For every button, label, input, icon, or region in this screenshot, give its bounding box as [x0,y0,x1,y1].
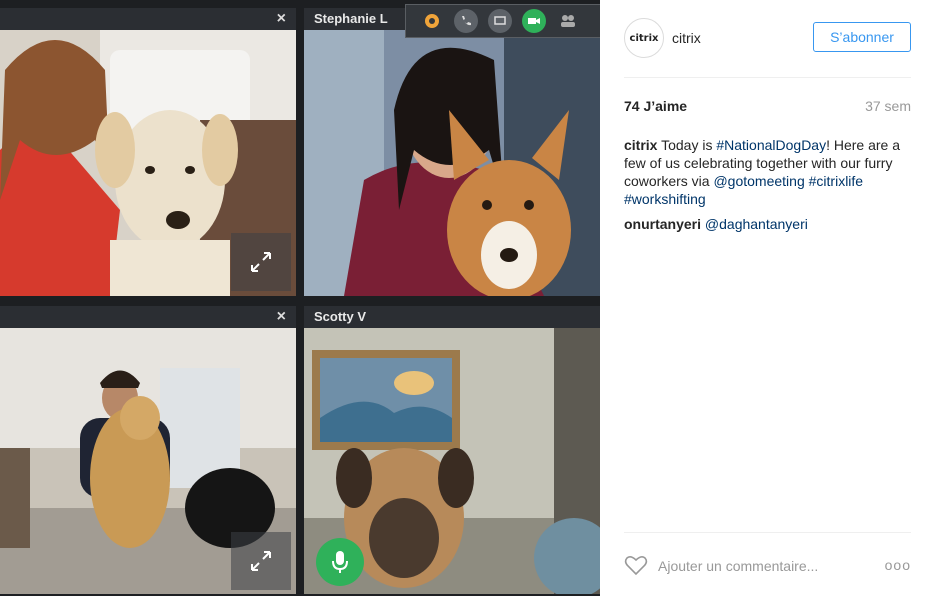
gear-icon[interactable] [420,9,444,33]
avatar[interactable]: citrix [624,18,664,58]
tile-header: × [0,306,296,328]
more-options-icon[interactable]: ooo [885,557,911,573]
video-tile-2: Stephanie L [304,8,600,296]
people-icon[interactable] [556,9,580,33]
microphone-icon [332,551,348,573]
divider [624,77,911,78]
likes-count[interactable]: 74 J’aime [624,98,687,114]
tile-header: × [0,8,296,30]
post-time[interactable]: 37 sem [865,98,911,114]
hashtag-link[interactable]: #citrixlife [809,173,863,189]
account-name[interactable]: citrix [672,30,701,46]
heart-icon[interactable] [624,554,648,581]
close-icon[interactable]: × [277,308,286,326]
mention-link[interactable]: @daghantanyeri [705,216,808,232]
video-tile-1: × [0,8,296,296]
tile-header: Scotty V [304,306,600,328]
post-details-panel: citrix citrix S’abonner 74 J’aime 37 sem… [600,0,929,596]
caption-text: Today is [657,137,717,153]
expand-icon [251,252,271,272]
comment-bar: Ajouter un commentaire... ooo [624,554,911,580]
tile-name: Scotty V [314,309,367,324]
woman-with-corgi-image [304,30,600,296]
divider [624,532,911,533]
hashtag-link[interactable]: #NationalDogDay [716,137,826,153]
comment: onurtanyeri @daghantanyeri [624,215,914,233]
comment-input[interactable]: Ajouter un commentaire... [658,558,818,574]
expand-icon [251,551,271,571]
comment-username[interactable]: onurtanyeri [624,216,701,232]
mention-link[interactable]: @gotomeeting [713,173,804,189]
tile-name: Stephanie L [314,11,388,26]
expand-button[interactable] [231,233,291,291]
video-call-screenshot: × Stephanie L × Scotty V [0,0,600,596]
video-tile-4: Scotty V [304,306,600,594]
post-header: citrix citrix S’abonner [624,18,911,60]
caption-username[interactable]: citrix [624,137,657,153]
expand-button[interactable] [231,532,291,590]
follow-button[interactable]: S’abonner [813,22,911,52]
hashtag-link[interactable]: #workshifting [624,191,706,207]
camera-icon[interactable] [522,9,546,33]
video-feed [304,30,600,296]
video-tile-3: × [0,306,296,594]
close-icon[interactable]: × [277,10,286,28]
meeting-toolbar [405,4,600,38]
post-caption: citrix Today is #NationalDogDay! Here ar… [624,136,914,208]
screen-icon[interactable] [488,9,512,33]
avatar-logo-text: citrix [629,32,659,44]
microphone-button[interactable] [316,538,364,586]
phone-icon[interactable] [454,9,478,33]
